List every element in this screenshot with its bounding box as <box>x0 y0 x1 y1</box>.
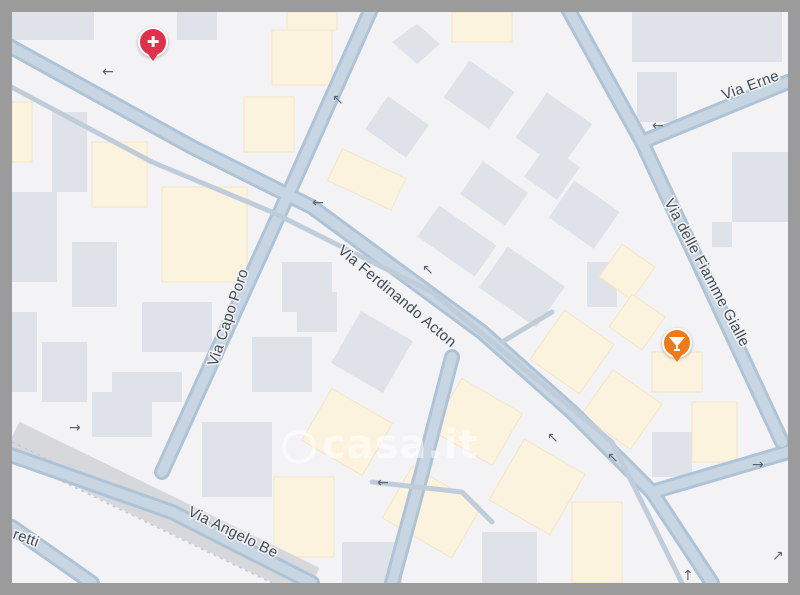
casa-it-watermark: casa.it <box>282 422 479 468</box>
hospital-poi-marker[interactable]: ✚ <box>138 27 168 61</box>
cocktail-glass-icon <box>664 330 690 356</box>
svg-text:↗: ↗ <box>772 548 784 564</box>
map-frame: ← ↖ ← ↖ ↖ ↑ ← → → ← ↗ ↖ Via Ferdinando A… <box>0 0 800 595</box>
svg-text:→: → <box>69 420 81 436</box>
svg-text:↑: ↑ <box>682 568 694 583</box>
svg-text:↖: ↖ <box>607 450 619 466</box>
svg-text:↖: ↖ <box>332 92 344 108</box>
hospital-cross-icon: ✚ <box>146 33 160 51</box>
svg-text:←: ← <box>652 118 664 134</box>
svg-text:↖: ↖ <box>422 262 434 278</box>
map-canvas[interactable]: ← ↖ ← ↖ ↖ ↑ ← → → ← ↗ ↖ Via Ferdinando A… <box>12 12 788 583</box>
map-svg: ← ↖ ← ↖ ↖ ↑ ← → → ← ↗ ↖ Via Ferdinando A… <box>12 12 788 583</box>
svg-text:←: ← <box>377 475 389 491</box>
cocktail-glass-svg <box>668 337 686 351</box>
watermark-logo-icon <box>282 430 316 464</box>
svg-text:→: → <box>752 457 764 473</box>
svg-text:←: ← <box>312 195 324 211</box>
bar-poi-marker[interactable] <box>662 328 692 362</box>
svg-text:←: ← <box>102 64 114 80</box>
svg-text:↖: ↖ <box>547 430 559 446</box>
watermark-text: casa.it <box>322 422 479 468</box>
